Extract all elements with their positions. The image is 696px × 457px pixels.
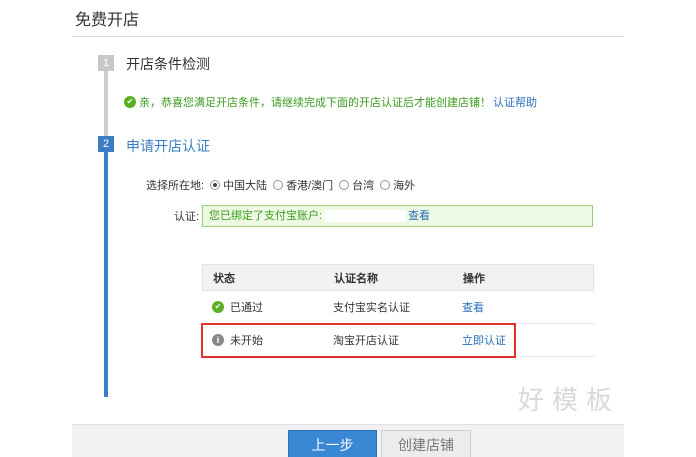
region-radio-mainland[interactable] (210, 180, 221, 190)
account-mask (324, 210, 407, 223)
check-circle-icon: ✔ (212, 301, 224, 313)
region-option-mainland[interactable]: 中国大陆 (223, 177, 267, 193)
table-row: ✔ 已通过 支付宝实名认证 查看 (202, 291, 594, 324)
step-2-label: 申请开店认证 (126, 138, 210, 154)
view-alipay-cert-link[interactable]: 查看 (462, 302, 484, 314)
header-name: 认证名称 (334, 272, 378, 285)
step-1-number: 1 (98, 55, 114, 71)
title-divider (72, 36, 624, 37)
alipay-view-link[interactable]: 查看 (408, 210, 430, 222)
row-name: 支付宝实名认证 (333, 302, 410, 314)
region-selector: 选择所在地: 中国大陆 香港/澳门 台湾 海外 (146, 177, 415, 193)
highlight-box (201, 323, 516, 358)
region-option-hk-macao[interactable]: 香港/澳门 (286, 177, 333, 193)
row-status: 已通过 (230, 302, 263, 314)
notice-text: 亲，恭喜您满足开店条件，请继续完成下面的开店认证后才能创建店铺！ (139, 97, 491, 109)
prev-step-button[interactable]: 上一步 (288, 430, 377, 457)
alipay-bound-text: 您已绑定了支付宝账户: (209, 210, 323, 222)
step-2-number: 2 (98, 136, 114, 152)
alipay-bound-box: 您已绑定了支付宝账户: 查看 (202, 205, 593, 227)
auth-help-link[interactable]: 认证帮助 (493, 94, 537, 110)
header-action: 操作 (463, 272, 485, 285)
step-rail-completed (104, 60, 108, 140)
region-radio-taiwan[interactable] (339, 180, 350, 190)
table-header: 状态 认证名称 操作 (202, 264, 594, 291)
region-label: 选择所在地: (146, 180, 205, 192)
region-radio-overseas[interactable] (380, 180, 391, 190)
eligibility-notice: ✔ 亲，恭喜您满足开店条件，请继续完成下面的开店认证后才能创建店铺！ 认证帮助 (124, 94, 537, 110)
region-radio-hk-macao[interactable] (273, 180, 284, 190)
region-option-overseas[interactable]: 海外 (393, 177, 415, 193)
page-title: 免费开店 (75, 12, 140, 29)
step-1-label: 开店条件检测 (126, 56, 210, 72)
region-option-taiwan[interactable]: 台湾 (352, 177, 374, 193)
watermark: 好模板 (518, 386, 621, 416)
step-rail-active (104, 140, 108, 397)
auth-label: 认证: (174, 211, 200, 223)
header-status: 状态 (213, 272, 235, 285)
create-shop-button[interactable]: 创建店铺 (381, 430, 471, 457)
check-circle-icon: ✔ (124, 96, 136, 108)
